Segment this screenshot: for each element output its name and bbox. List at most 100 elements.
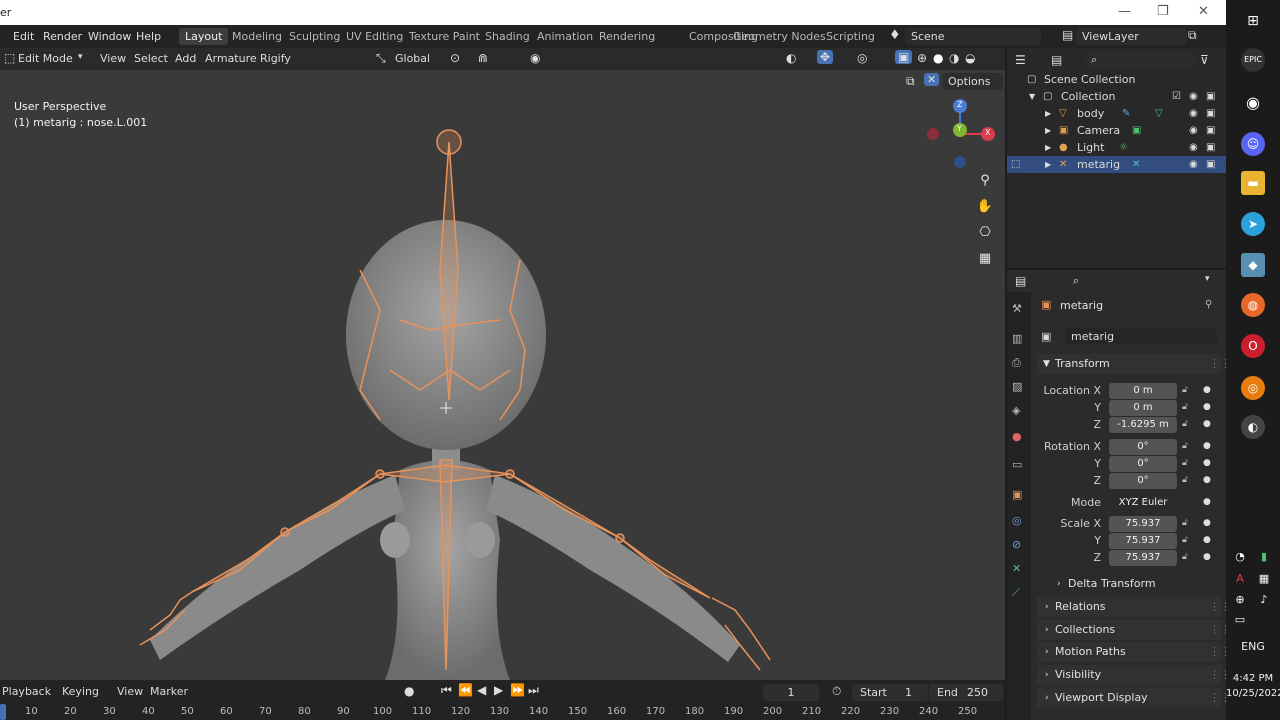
view-layer-selector[interactable]: ViewLayer xyxy=(1076,28,1187,45)
tray-pdf-icon[interactable]: A xyxy=(1231,570,1249,588)
volume-icon[interactable]: ♪ xyxy=(1255,591,1273,609)
tab-texture-paint[interactable]: Texture Paint xyxy=(403,28,486,45)
clock-date[interactable]: 10/25/2022 xyxy=(1226,688,1280,699)
bone-tab-icon[interactable]: ⟋ xyxy=(1012,586,1020,600)
x-ray-close-icon[interactable]: ✕ xyxy=(924,73,940,86)
pan-hand-icon[interactable]: ✋ xyxy=(974,196,996,218)
tab-uv-editing[interactable]: UV Editing xyxy=(340,28,409,45)
wireframe-shading-icon[interactable]: ⊕ xyxy=(917,51,927,65)
relations-panel[interactable]: › Relations ⋮⋮ xyxy=(1037,597,1231,617)
motion-paths-panel[interactable]: › Motion Paths ⋮⋮ xyxy=(1037,642,1231,662)
visibility-icon[interactable]: ◐ xyxy=(786,51,796,65)
chevron-down-icon[interactable]: ▼ xyxy=(1029,88,1035,105)
keyframe-dot-icon[interactable]: ● xyxy=(1203,458,1211,468)
eye-icon[interactable]: ◉ xyxy=(1189,139,1198,156)
eye-icon[interactable]: ◉ xyxy=(1189,105,1198,122)
jump-keyframe-back-icon[interactable]: ⏪ xyxy=(458,683,473,697)
menu-view[interactable]: View xyxy=(117,685,143,698)
keyframe-dot-icon[interactable]: ● xyxy=(1203,385,1211,395)
camera-icon[interactable]: ▣ xyxy=(1206,139,1215,156)
menu-window[interactable]: Window xyxy=(88,30,131,43)
lock-icon[interactable]: 🔓︎ xyxy=(1182,475,1188,485)
lock-icon[interactable]: 🔓︎ xyxy=(1182,441,1188,451)
rotation-z-field[interactable]: 0° xyxy=(1109,473,1177,489)
tool-tab-icon[interactable]: ⚒ xyxy=(1012,302,1022,315)
close-button[interactable]: ✕ xyxy=(1198,4,1209,19)
visibility-panel[interactable]: › Visibility ⋮⋮ xyxy=(1037,665,1231,685)
lock-icon[interactable]: 🔓︎ xyxy=(1182,535,1188,545)
rotation-mode-dropdown[interactable]: XYZ Euler xyxy=(1109,495,1177,511)
menu-playback[interactable]: Playback xyxy=(2,685,51,698)
xray-icon[interactable]: ▣ xyxy=(895,50,913,64)
location-x-field[interactable]: 0 m xyxy=(1109,383,1177,399)
discord-icon[interactable]: ☺ xyxy=(1241,132,1265,156)
current-frame-field[interactable]: 1 xyxy=(763,684,819,701)
tab-sculpting[interactable]: Sculpting xyxy=(283,28,346,45)
location-y-field[interactable]: 0 m xyxy=(1109,400,1177,416)
list-item[interactable]: ▶ ● Light ☼ ◉ ▣ xyxy=(1007,139,1226,156)
tray-app-icon[interactable]: ◔ xyxy=(1231,548,1249,566)
record-icon[interactable]: ● xyxy=(404,684,414,698)
copy-view-layer-icon[interactable]: ⧉ xyxy=(1188,28,1197,43)
properties-search-input[interactable]: ⌕ xyxy=(1067,272,1163,289)
tab-scripting[interactable]: Scripting xyxy=(820,28,881,45)
camera-icon[interactable]: ▣ xyxy=(1206,105,1215,122)
menu-rigify[interactable]: Rigify xyxy=(260,52,291,65)
play-reverse-icon[interactable]: ◀ xyxy=(477,683,486,697)
keyframe-dot-icon[interactable]: ● xyxy=(1203,402,1211,412)
blender-icon[interactable]: ◎ xyxy=(1241,376,1265,400)
keyframe-dot-icon[interactable]: ● xyxy=(1203,518,1211,528)
options-dropdown[interactable]: Options xyxy=(942,73,1003,90)
filter-icon[interactable]: ⊽ xyxy=(1200,53,1209,67)
snap-icon[interactable]: ⋒ xyxy=(478,51,488,65)
list-item[interactable]: ⬚ ▶ ✕ metarig ✕ ◉ ▣ xyxy=(1007,156,1226,173)
tab-shading[interactable]: Shading xyxy=(479,28,536,45)
pin-icon[interactable]: ⚲ xyxy=(1205,299,1212,310)
scale-x-field[interactable]: 75.937 xyxy=(1109,516,1177,532)
lock-icon[interactable]: 🔓︎ xyxy=(1182,419,1188,429)
play-icon[interactable]: ▶ xyxy=(494,683,503,697)
menu-render[interactable]: Render xyxy=(43,30,82,43)
opera-icon[interactable]: O xyxy=(1241,334,1265,358)
app-cube-icon[interactable]: ◆ xyxy=(1241,253,1265,277)
tab-layout[interactable]: Layout xyxy=(179,28,229,45)
overlay-icon[interactable]: ◎ xyxy=(857,51,867,65)
chevron-right-icon[interactable]: ▶ xyxy=(1045,122,1051,139)
rotation-y-field[interactable]: 0° xyxy=(1109,456,1177,472)
menu-add[interactable]: Add xyxy=(175,52,196,65)
language-indicator[interactable]: ENG xyxy=(1226,640,1280,653)
properties-editor-icon[interactable]: ▤ xyxy=(1015,274,1026,288)
battery-icon[interactable]: ▭ xyxy=(1231,611,1249,629)
menu-armature[interactable]: Armature xyxy=(205,52,257,65)
pivot-icon[interactable]: ⊙ xyxy=(450,51,460,65)
obs-icon[interactable]: ◐ xyxy=(1241,415,1265,439)
solid-shading-icon[interactable]: ● xyxy=(933,51,943,65)
eye-icon[interactable]: ◉ xyxy=(1189,88,1198,105)
stopwatch-icon[interactable]: ⏱ xyxy=(832,684,841,699)
jump-keyframe-forward-icon[interactable]: ⏩ xyxy=(510,683,525,697)
playhead[interactable] xyxy=(0,704,6,720)
scale-y-field[interactable]: 75.937 xyxy=(1109,533,1177,549)
tab-animation[interactable]: Animation xyxy=(531,28,599,45)
menu-edit[interactable]: Edit xyxy=(13,30,34,43)
keyframe-dot-icon[interactable]: ● xyxy=(1203,497,1211,507)
chevron-down-icon[interactable]: ▾ xyxy=(1205,274,1210,284)
keyframe-dot-icon[interactable]: ● xyxy=(1203,552,1211,562)
lock-icon[interactable]: 🔓︎ xyxy=(1182,518,1188,528)
lock-icon[interactable]: 🔓︎ xyxy=(1182,552,1188,562)
firefox-icon[interactable]: ◍ xyxy=(1241,293,1265,317)
material-shading-icon[interactable]: ◑ xyxy=(949,51,959,65)
transform-panel-header[interactable]: ▼ Transform ⋮⋮ xyxy=(1037,354,1231,374)
list-item[interactable]: ▼ ▢ Collection ☑ ◉ ▣ xyxy=(1007,88,1226,105)
chevron-right-icon[interactable]: ▶ xyxy=(1045,139,1051,156)
menu-view[interactable]: View xyxy=(100,52,126,65)
lock-icon[interactable]: 🔓︎ xyxy=(1182,402,1188,412)
menu-marker[interactable]: Marker xyxy=(150,685,188,698)
lock-icon[interactable]: 🔓︎ xyxy=(1182,458,1188,468)
file-explorer-icon[interactable]: ▬ xyxy=(1241,171,1265,195)
windows-start-icon[interactable]: ⊞ xyxy=(1241,9,1265,33)
start-frame-field[interactable]: Start 1 xyxy=(852,684,928,701)
epic-games-icon[interactable]: EPIC xyxy=(1241,48,1265,72)
orientation-selector[interactable]: Global xyxy=(395,52,430,65)
tab-rendering[interactable]: Rendering xyxy=(593,28,661,45)
